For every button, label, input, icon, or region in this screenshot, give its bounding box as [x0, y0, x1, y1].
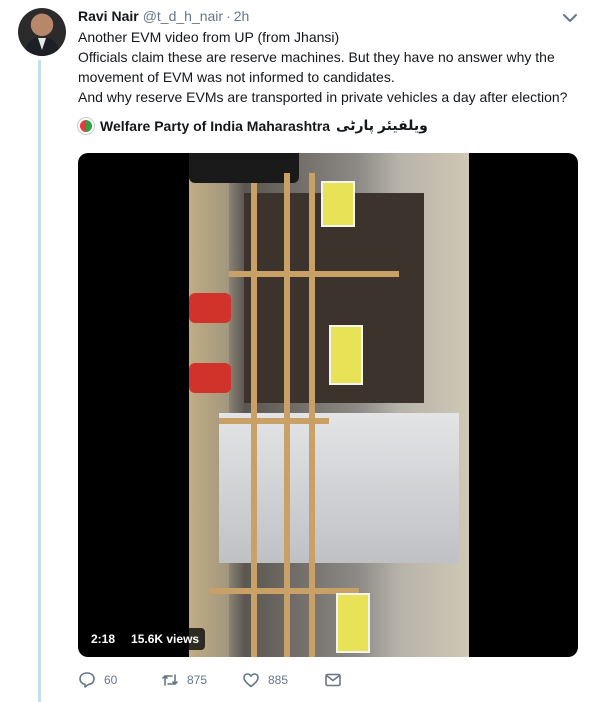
video-views: 15.6K views	[125, 628, 206, 650]
direct-message-button[interactable]	[324, 671, 342, 689]
tweet-text: Another EVM video from UP (from Jhansi) …	[78, 27, 578, 107]
video-wall	[189, 153, 229, 657]
video-yellow-sign	[329, 325, 363, 385]
video-bamboo-pole	[284, 173, 290, 657]
chevron-down-icon[interactable]	[561, 12, 579, 24]
like-button[interactable]: 885	[242, 671, 324, 689]
quoted-source-urdu: ویلفیئر پارٹی	[336, 117, 428, 133]
like-count: 885	[268, 673, 289, 687]
video-player[interactable]	[78, 153, 578, 657]
video-yellow-sign	[321, 181, 355, 227]
retweet-button[interactable]: 875	[161, 671, 242, 689]
thread-line	[38, 60, 41, 702]
author-handle[interactable]: @t_d_h_nair	[143, 8, 223, 24]
video-red-chair	[189, 293, 231, 323]
video-bamboo-pole	[309, 173, 315, 657]
video-frame	[189, 153, 469, 657]
reply-count: 60	[104, 673, 118, 687]
tweet-text-line: And why reserve EVMs are transported in …	[78, 89, 568, 105]
tweet-timestamp[interactable]: 2h	[234, 8, 250, 24]
video-dark-object	[189, 153, 299, 183]
tweet-actions: 60 875 885	[78, 671, 342, 689]
video-info-badges: 2:18 15.6K views	[85, 628, 206, 650]
video-red-chair	[189, 363, 231, 393]
tweet-text-line: Officials claim these are reserve machin…	[78, 49, 555, 65]
video-bamboo-bar	[229, 271, 399, 277]
reply-button[interactable]: 60	[78, 671, 161, 689]
quoted-source-name: Welfare Party of India Maharashtra	[100, 117, 331, 134]
party-logo-icon	[78, 117, 94, 134]
video-bamboo-bar	[219, 418, 329, 424]
avatar[interactable]	[18, 8, 66, 56]
tweet-header: Ravi Nair @t_d_h_nair · 2h	[78, 8, 249, 26]
author-name[interactable]: Ravi Nair	[78, 8, 139, 24]
reply-icon	[79, 672, 95, 688]
video-duration: 2:18	[85, 628, 122, 650]
quoted-source[interactable]: Welfare Party of India Maharashtra ویلفی…	[78, 117, 428, 134]
separator-dot: ·	[226, 8, 231, 24]
heart-icon	[243, 673, 259, 688]
retweet-icon	[162, 674, 178, 686]
envelope-icon	[325, 673, 341, 687]
tweet-text-line: Another EVM video from UP (from Jhansi)	[78, 29, 340, 45]
retweet-count: 875	[187, 673, 208, 687]
tweet-text-line: movement of EVM was not informed to cand…	[78, 69, 395, 85]
video-yellow-sign	[336, 593, 370, 653]
